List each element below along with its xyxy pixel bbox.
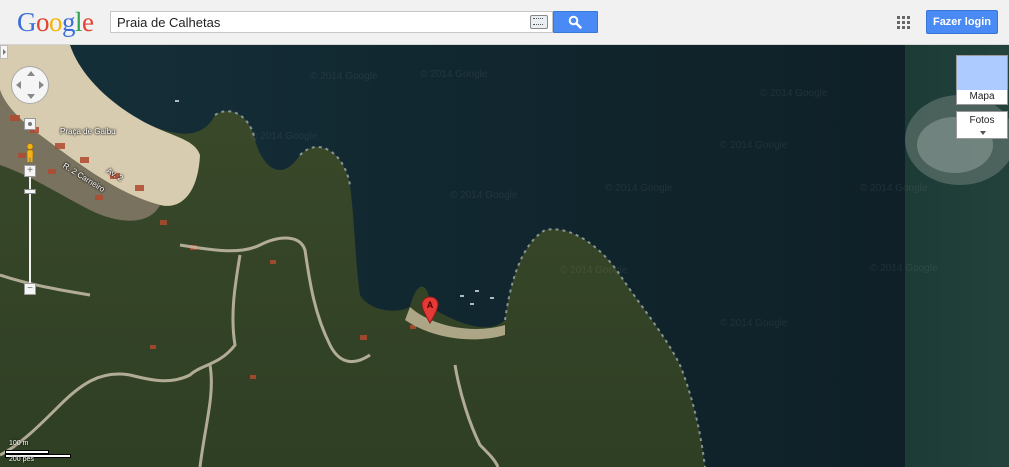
dot-icon — [28, 122, 32, 126]
keyboard-icon[interactable] — [530, 15, 548, 29]
apps-grid-icon[interactable] — [897, 16, 910, 29]
search-icon — [568, 15, 582, 29]
imagery-watermark: © 2014 Google — [450, 190, 518, 201]
scale-bar: 100 m 200 pés — [3, 440, 71, 464]
google-logo[interactable]: Google — [17, 7, 94, 37]
imagery-watermark: © 2014 Google — [310, 71, 378, 82]
location-marker[interactable]: A — [421, 296, 439, 324]
top-bar: Google Fazer login — [0, 0, 1009, 45]
street-view-pegman-icon[interactable] — [24, 143, 36, 163]
pan-left-icon[interactable] — [16, 81, 21, 89]
login-button[interactable]: Fazer login — [926, 10, 998, 34]
pan-control[interactable] — [11, 66, 49, 104]
pan-right-icon[interactable] — [39, 81, 44, 89]
scale-metric: 100 m — [9, 440, 29, 447]
map-type-thumbnail[interactable]: Mapa — [956, 55, 1008, 105]
imagery-watermark: © 2014 Google — [720, 140, 788, 151]
imagery-watermark: © 2014 Google — [720, 318, 788, 329]
pan-down-icon[interactable] — [27, 94, 35, 99]
imagery-watermark: © 2014 Google — [870, 263, 938, 274]
pan-up-icon[interactable] — [27, 71, 35, 76]
imagery-watermark: © 2014 Google — [760, 88, 828, 99]
place-label: Praça de Gaibu — [60, 127, 116, 136]
location-reset-button[interactable] — [24, 118, 36, 130]
map-type-label: Mapa — [969, 91, 995, 102]
photos-label: Fotos — [969, 115, 995, 126]
imagery-watermark: © 2014 Google — [860, 183, 928, 194]
zoom-out-button[interactable]: − — [24, 283, 36, 295]
map-canvas[interactable]: © 2014 Google © 2014 Google © 2014 Googl… — [0, 45, 1009, 467]
search-button[interactable] — [553, 11, 598, 33]
search-box — [110, 11, 553, 33]
search-input[interactable] — [111, 12, 527, 32]
zoom-slider-thumb[interactable] — [24, 189, 36, 194]
imagery-watermark: © 2014 Google — [605, 183, 673, 194]
imagery-watermark: © 2014 Google — [250, 131, 318, 142]
scale-imperial: 200 pés — [9, 456, 34, 463]
panel-collapse-toggle[interactable] — [0, 45, 8, 59]
marker-letter: A — [427, 300, 434, 310]
satellite-imagery — [0, 45, 1009, 467]
imagery-watermark: © 2014 Google — [560, 265, 628, 276]
photos-dropdown[interactable]: Fotos — [956, 111, 1008, 139]
chevron-down-icon — [980, 131, 986, 135]
imagery-watermark: © 2014 Google — [420, 69, 488, 80]
map-preview — [957, 56, 1007, 90]
zoom-in-button[interactable]: + — [24, 165, 36, 177]
